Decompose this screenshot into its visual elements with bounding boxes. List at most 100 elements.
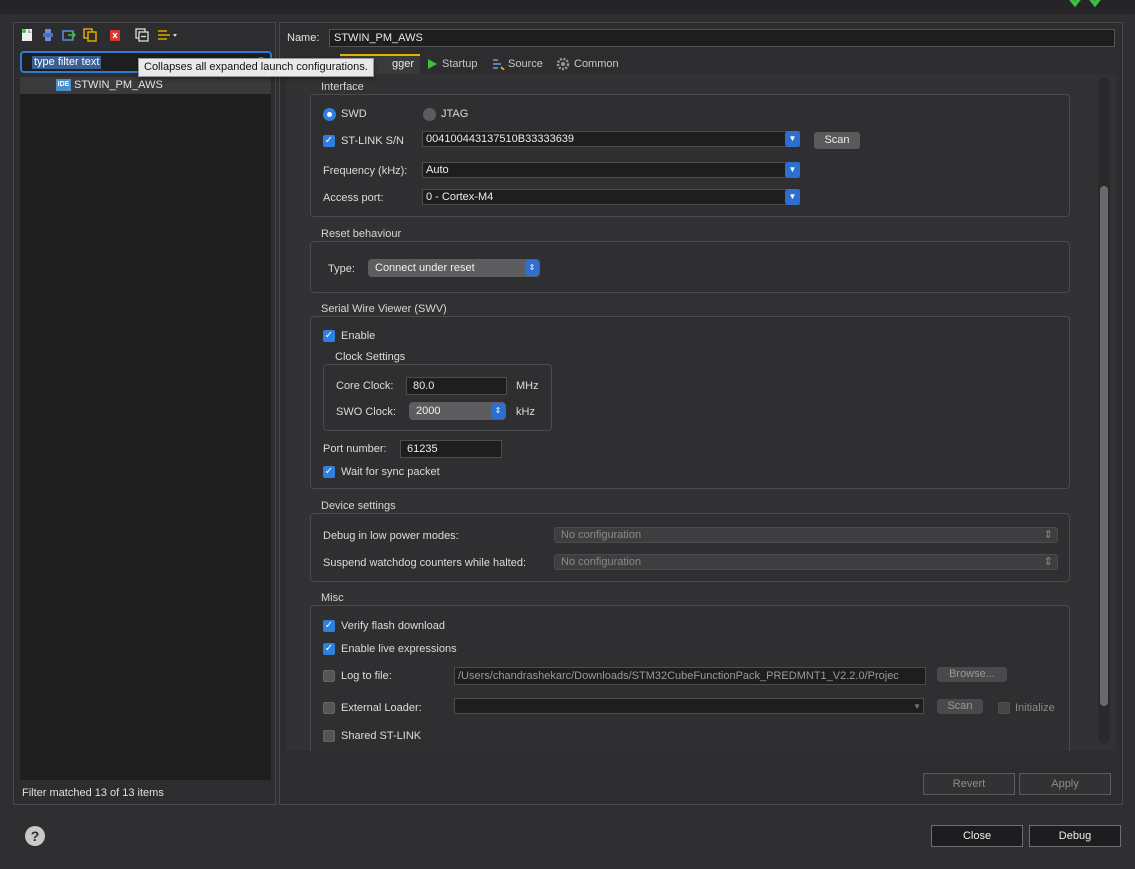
wait-sync-label: Wait for sync packet xyxy=(341,466,440,478)
filter-menu-icon[interactable] xyxy=(157,28,181,42)
stm-logo-icon xyxy=(1069,0,1101,8)
chevron-down-icon[interactable]: ▼ xyxy=(785,189,800,205)
delete-icon[interactable] xyxy=(108,28,122,42)
name-field[interactable]: STWIN_PM_AWS xyxy=(329,29,1115,47)
tab-startup[interactable]: Startup xyxy=(424,54,486,74)
access-port-label: Access port: xyxy=(323,192,384,204)
reset-type-label: Type: xyxy=(328,263,355,275)
initialize-label: Initialize xyxy=(1015,702,1055,714)
config-editor-pane: Name: STWIN_PM_AWS gger Startup Source C… xyxy=(279,22,1123,805)
live-expressions-checkbox[interactable]: ✓ xyxy=(323,643,335,655)
ide-icon: IDE xyxy=(56,79,71,91)
core-clock-field[interactable]: 80.0 xyxy=(406,377,507,395)
loader-scan-button[interactable]: Scan xyxy=(937,699,983,714)
external-loader-combo[interactable]: ▼ xyxy=(454,698,924,714)
device-title: Device settings xyxy=(321,500,396,512)
frequency-combo[interactable]: Auto ▼ xyxy=(422,162,800,178)
stlink-sn-combo[interactable]: 004100443137510B33333639 ▼ xyxy=(422,131,800,147)
frequency-value: Auto xyxy=(426,164,449,176)
tab-source[interactable]: Source xyxy=(490,54,552,74)
access-port-value: 0 - Cortex-M4 xyxy=(426,191,494,203)
stlink-sn-value: 004100443137510B33333639 xyxy=(426,133,575,145)
name-label: Name: xyxy=(287,32,320,44)
log-to-file-checkbox[interactable] xyxy=(323,670,335,682)
port-number-label: Port number: xyxy=(323,443,387,455)
swv-enable-checkbox[interactable]: ✓ xyxy=(323,330,335,342)
jtag-radio[interactable] xyxy=(423,108,436,121)
tab-source-label: Source xyxy=(508,58,543,70)
misc-group: ✓ Verify flash download ✓ Enable live ex… xyxy=(310,605,1070,751)
swo-clock-value: 2000 xyxy=(416,405,441,417)
log-file-path-field[interactable]: /Users/chandrashekarc/Downloads/STM32Cub… xyxy=(454,667,926,685)
low-power-label: Debug in low power modes: xyxy=(323,530,459,542)
updown-icon: ⇕ xyxy=(1043,529,1053,541)
new-prototype-icon[interactable] xyxy=(41,28,55,42)
gear-icon xyxy=(556,57,570,71)
low-power-select[interactable]: No configuration ⇕ xyxy=(554,527,1058,543)
frequency-label: Frequency (kHz): xyxy=(323,165,408,177)
low-power-value: No configuration xyxy=(561,529,642,541)
swo-clock-unit: kHz xyxy=(516,406,535,418)
swo-clock-select[interactable]: 2000 ⇕ xyxy=(409,402,506,420)
tree-item-label: STWIN_PM_AWS xyxy=(74,79,163,91)
reset-type-value: Connect under reset xyxy=(375,262,475,274)
revert-button[interactable]: Revert xyxy=(923,773,1015,795)
reset-type-select[interactable]: Connect under reset ⇕ xyxy=(368,259,540,277)
swd-label: SWD xyxy=(341,108,367,120)
new-config-icon[interactable] xyxy=(20,28,34,42)
chevron-down-icon[interactable]: ▼ xyxy=(785,162,800,178)
jtag-label: JTAG xyxy=(441,108,469,120)
core-clock-label: Core Clock: xyxy=(336,380,394,392)
swv-group: ✓ Enable Clock Settings Core Clock: 80.0… xyxy=(310,316,1070,489)
apply-button[interactable]: Apply xyxy=(1019,773,1111,795)
updown-icon: ⇕ xyxy=(525,260,539,276)
tab-startup-label: Startup xyxy=(442,58,478,70)
filter-status: Filter matched 13 of 13 items xyxy=(22,787,164,799)
tab-bar: gger Startup Source Common xyxy=(286,54,1116,74)
interface-group: SWD JTAG ✓ ST-LINK S/N 004100443137510B3… xyxy=(310,94,1070,217)
tooltip: Collapses all expanded launch configurat… xyxy=(138,58,374,77)
collapse-all-icon[interactable] xyxy=(135,28,149,42)
access-port-combo[interactable]: 0 - Cortex-M4 ▼ xyxy=(422,189,800,205)
watchdog-label: Suspend watchdog counters while halted: xyxy=(323,557,527,569)
tree-item[interactable]: IDE STWIN_PM_AWS xyxy=(20,77,271,94)
swv-title: Serial Wire Viewer (SWV) xyxy=(321,303,447,315)
browse-button[interactable]: Browse... xyxy=(937,667,1007,682)
shared-stlink-checkbox[interactable] xyxy=(323,730,335,742)
scrollbar-thumb[interactable] xyxy=(1100,186,1108,706)
live-expressions-label: Enable live expressions xyxy=(341,643,457,655)
verify-flash-label: Verify flash download xyxy=(341,620,445,632)
port-number-field[interactable]: 61235 xyxy=(400,440,502,458)
launch-config-pane: type filter text IDE STWIN_PM_AWS Filter… xyxy=(13,22,276,805)
duplicate-icon[interactable] xyxy=(83,28,97,42)
initialize-checkbox[interactable] xyxy=(998,702,1010,714)
vertical-scrollbar[interactable] xyxy=(1098,78,1110,744)
clock-settings-group: Core Clock: 80.0 MHz SWO Clock: 2000 ⇕ k… xyxy=(323,364,552,431)
swv-enable-label: Enable xyxy=(341,330,376,342)
reset-group: Type: Connect under reset ⇕ xyxy=(310,241,1070,293)
export-config-icon[interactable] xyxy=(62,28,76,42)
chevron-down-icon[interactable]: ▼ xyxy=(785,131,800,147)
chevron-down-icon: ▼ xyxy=(913,702,921,711)
swd-radio[interactable] xyxy=(323,108,336,121)
interface-title: Interface xyxy=(321,81,364,93)
tab-common[interactable]: Common xyxy=(554,54,630,74)
updown-icon: ⇕ xyxy=(491,403,505,419)
wait-sync-checkbox[interactable]: ✓ xyxy=(323,466,335,478)
external-loader-checkbox[interactable] xyxy=(323,702,335,714)
stlink-sn-checkbox[interactable]: ✓ xyxy=(323,135,335,147)
debug-button[interactable]: Debug xyxy=(1029,825,1121,847)
watchdog-value: No configuration xyxy=(561,556,642,568)
close-button[interactable]: Close xyxy=(931,825,1023,847)
stlink-sn-label: ST-LINK S/N xyxy=(341,135,404,147)
config-tree[interactable]: IDE STWIN_PM_AWS xyxy=(20,77,271,780)
scan-button[interactable]: Scan xyxy=(814,132,860,149)
updown-icon: ⇕ xyxy=(1043,556,1053,568)
debugger-settings-panel[interactable]: Interface SWD JTAG ✓ ST-LINK S/N 0041004… xyxy=(286,74,1116,751)
help-icon[interactable]: ? xyxy=(25,826,45,846)
window-top-bar xyxy=(0,0,1135,14)
filter-placeholder: type filter text xyxy=(32,56,102,69)
shared-stlink-label: Shared ST-LINK xyxy=(341,730,422,742)
watchdog-select[interactable]: No configuration ⇕ xyxy=(554,554,1058,570)
verify-flash-checkbox[interactable]: ✓ xyxy=(323,620,335,632)
